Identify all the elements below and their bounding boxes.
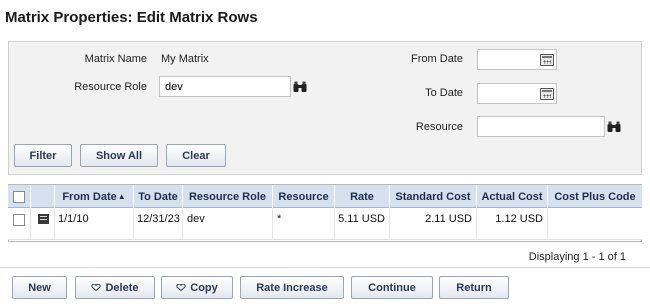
cell-actual-cost: 1.12 USD <box>477 208 548 240</box>
column-from-date[interactable]: From Date ▲ <box>55 185 134 208</box>
column-from-date-label: From Date <box>62 190 117 203</box>
resource-lookup-icon[interactable] <box>607 121 621 133</box>
from-date-calendar-icon[interactable] <box>540 54 554 66</box>
column-cost-plus-code[interactable]: Cost Plus Code <box>548 185 642 208</box>
rate-increase-button[interactable]: Rate Increase <box>240 276 344 299</box>
filter-button[interactable]: Filter <box>14 144 72 167</box>
matrix-name-value: My Matrix <box>161 53 209 65</box>
matrix-name-label: Matrix Name <box>84 53 147 65</box>
clear-button[interactable]: Clear <box>166 144 226 167</box>
sort-ascending-icon: ▲ <box>117 192 126 201</box>
delete-button[interactable]: Delete <box>75 276 155 299</box>
resource-label: Resource <box>415 121 463 133</box>
paging-status: Displaying 1 - 1 of 1 <box>528 251 626 263</box>
cell-cost-plus-code <box>548 208 642 240</box>
to-date-calendar-icon[interactable] <box>540 88 554 100</box>
resource-role-label: Resource Role <box>74 81 147 93</box>
to-date-label: To Date <box>425 87 463 99</box>
column-actual-cost[interactable]: Actual Cost <box>477 185 548 208</box>
return-button[interactable]: Return <box>439 276 509 299</box>
grid-header-icon-col <box>31 185 55 208</box>
from-date-label: From Date <box>411 53 463 65</box>
cell-resource: * <box>273 208 335 240</box>
show-all-button[interactable]: Show All <box>80 144 158 167</box>
copy-heart-icon <box>176 284 186 291</box>
cell-to-date: 12/31/23 <box>134 208 183 240</box>
copy-button-label: Copy <box>190 281 218 294</box>
column-to-date[interactable]: To Date <box>134 185 183 208</box>
page-title: Matrix Properties: Edit Matrix Rows <box>5 9 258 26</box>
delete-button-label: Delete <box>105 281 139 294</box>
resource-role-lookup-icon[interactable] <box>293 81 307 93</box>
resource-input[interactable] <box>477 116 605 137</box>
cell-standard-cost: 2.11 USD <box>390 208 477 240</box>
row-menu-cell <box>31 208 55 240</box>
select-all-cell <box>8 185 31 208</box>
row-checkbox[interactable] <box>13 214 25 226</box>
new-button[interactable]: New <box>12 276 67 299</box>
continue-button[interactable]: Continue <box>351 276 433 299</box>
copy-button[interactable]: Copy <box>161 276 233 299</box>
resource-role-input[interactable] <box>159 76 291 97</box>
column-resource-role[interactable]: Resource Role <box>183 185 273 208</box>
grid-header: From Date ▲ To Date Resource Role Resourc… <box>8 185 642 208</box>
filter-panel: Matrix Name My Matrix Resource Role From… <box>8 41 642 175</box>
cell-resource-role: dev <box>183 208 273 240</box>
column-rate[interactable]: Rate <box>335 185 390 208</box>
row-details-icon[interactable] <box>38 214 49 224</box>
delete-heart-icon <box>91 284 102 291</box>
row-select-cell <box>8 208 31 240</box>
cell-rate: 5.11 USD <box>335 208 390 240</box>
cell-from-date: 1/1/10 <box>55 208 134 240</box>
select-all-checkbox[interactable] <box>13 190 25 203</box>
divider <box>0 267 650 268</box>
column-resource[interactable]: Resource <box>273 185 335 208</box>
table-row[interactable]: 1/1/10 12/31/23 dev * 5.11 USD 2.11 USD … <box>8 208 642 240</box>
column-standard-cost[interactable]: Standard Cost <box>390 185 477 208</box>
